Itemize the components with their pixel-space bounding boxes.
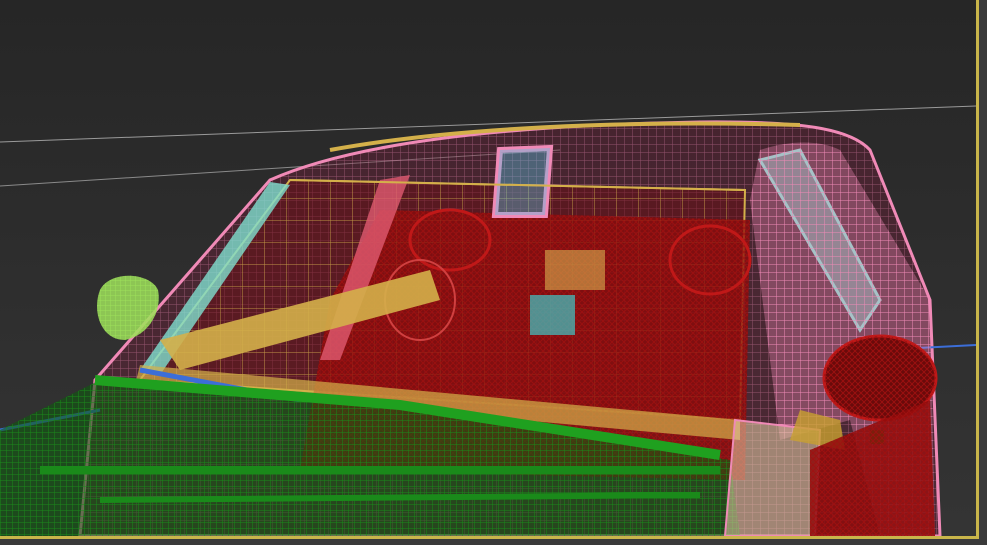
- viewport-side-strip: [979, 0, 987, 545]
- 3d-viewport[interactable]: [0, 0, 976, 536]
- viewport-bottom-strip: [0, 539, 987, 545]
- wireframe-car-render: [0, 105, 976, 536]
